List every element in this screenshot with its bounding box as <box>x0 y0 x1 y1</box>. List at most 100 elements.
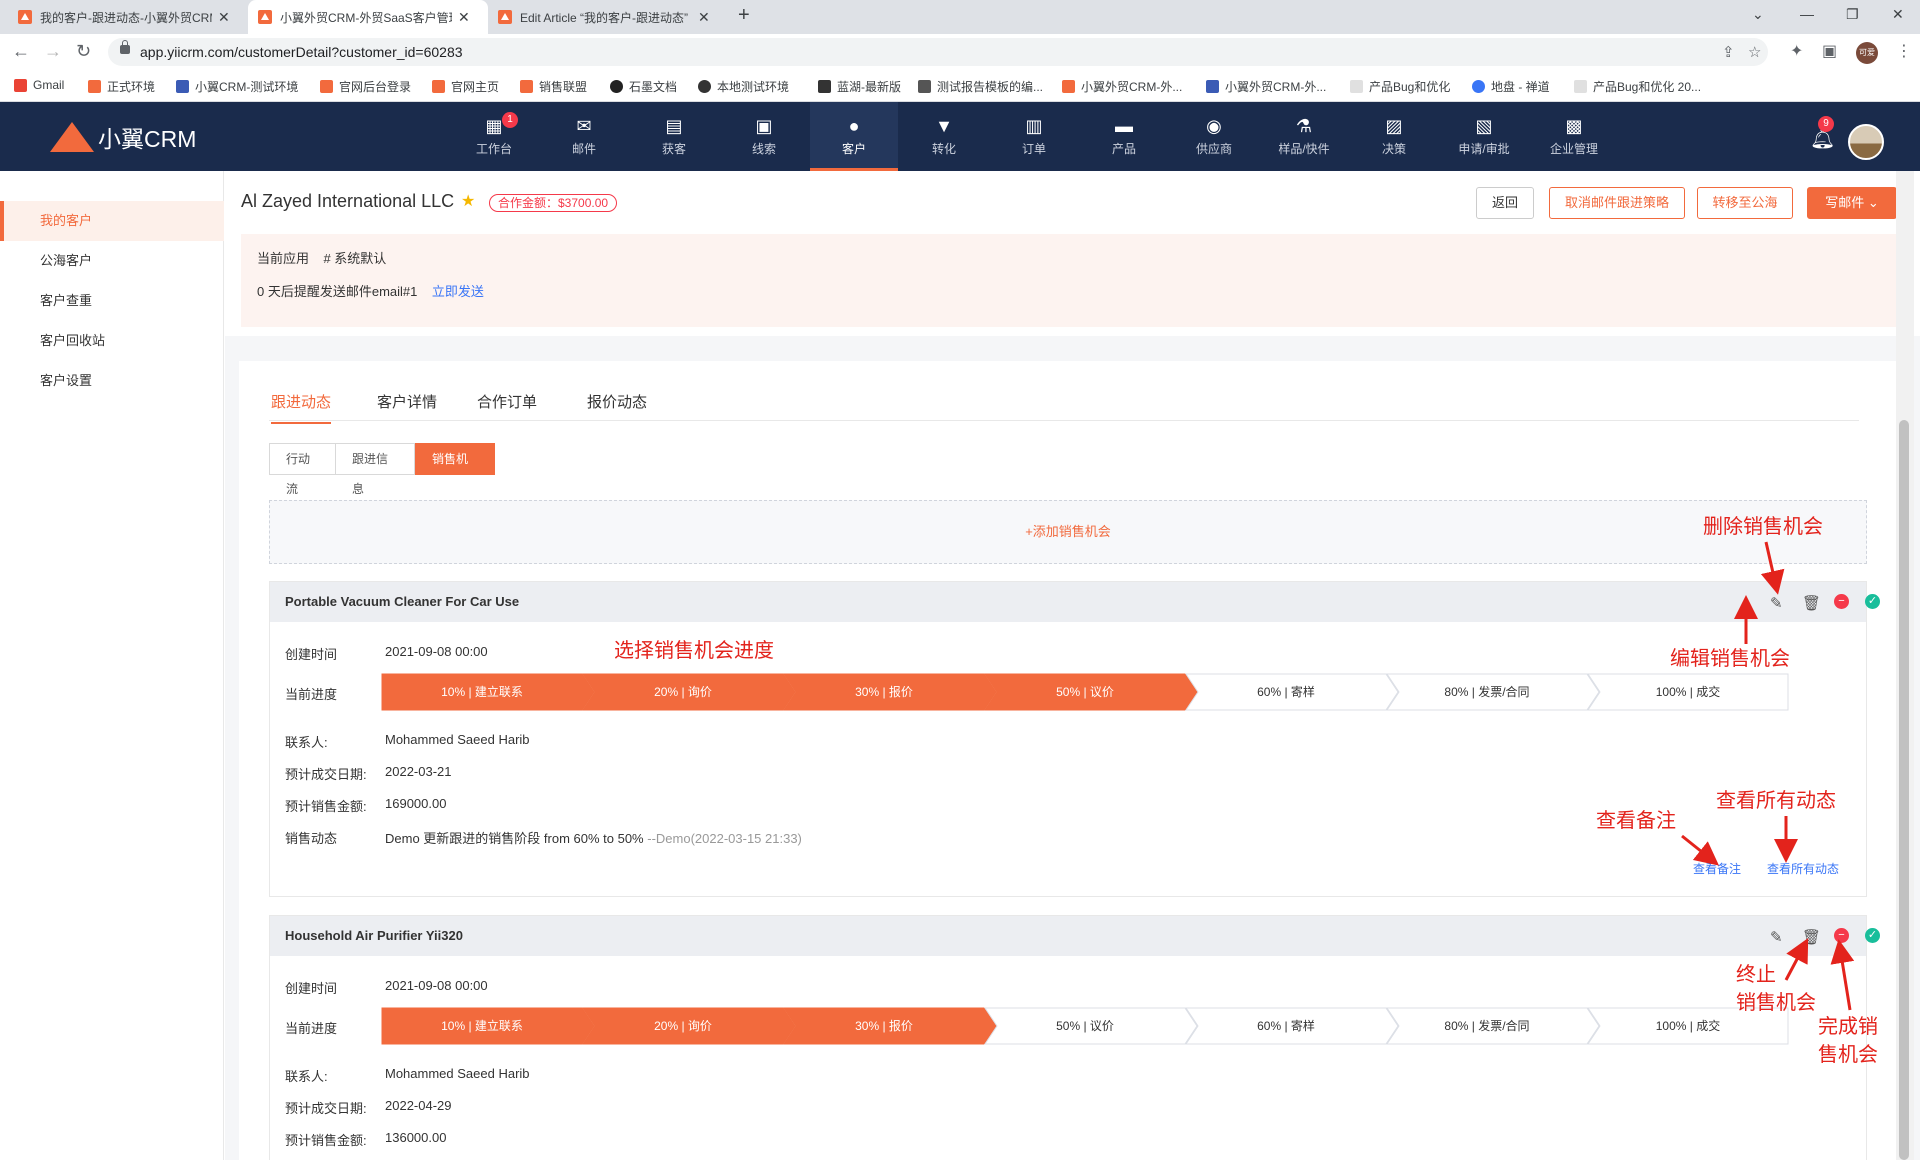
trash-icon[interactable]: 🗑︎ <box>1802 928 1821 946</box>
extensions-icon[interactable]: ✦ <box>1790 41 1803 61</box>
progress-stage[interactable]: 80% | 发票/合同 <box>1386 673 1600 711</box>
est-date-label: 预计成交日期: <box>285 1101 367 1116</box>
progress-stage[interactable]: 10% | 建立联系 <box>381 1007 595 1045</box>
sidebar-item-recycle[interactable]: 客户回收站 <box>0 321 224 361</box>
tab-orders[interactable]: 合作订单 <box>477 391 537 412</box>
check-circle-icon[interactable]: ✓ <box>1865 594 1880 609</box>
progress-stage[interactable]: 80% | 发票/合同 <box>1386 1007 1600 1045</box>
progress-stage[interactable]: 50% | 议价 <box>984 1007 1198 1045</box>
profile-avatar[interactable]: 可爱 <box>1856 42 1878 64</box>
subtab-sales-opportunity[interactable]: 销售机会 <box>415 443 495 496</box>
new-tab-button[interactable]: + <box>738 4 750 27</box>
minimize-icon[interactable]: — <box>1800 6 1814 22</box>
nav-leads[interactable]: ▣ 线索 <box>720 102 808 171</box>
nav-workbench[interactable]: ▦ 工作台 1 <box>450 102 538 171</box>
star-icon[interactable]: ★ <box>461 191 475 211</box>
progress-stage[interactable]: 20% | 询价 <box>582 1007 796 1045</box>
browser-tab[interactable]: Edit Article “我的客户-跟进动态” ✕ <box>488 0 728 34</box>
nav-customer[interactable]: ● 客户 <box>810 102 898 171</box>
app-logo[interactable]: 小翼CRM <box>50 120 196 154</box>
bookmark-item[interactable]: 石墨文档 <box>610 78 677 95</box>
nav-mail[interactable]: ✉ 邮件 <box>540 102 628 171</box>
sidebar-item-dedupe[interactable]: 客户查重 <box>0 281 224 321</box>
window-close-icon[interactable]: ✕ <box>1892 6 1904 23</box>
nav-orders[interactable]: ▥ 订单 <box>990 102 1078 171</box>
menu-dots-icon[interactable]: ⋮ <box>1896 41 1912 61</box>
funnel-icon: ▼ <box>935 116 953 136</box>
scrollbar-thumb[interactable] <box>1899 420 1909 1160</box>
tab-search-icon[interactable]: ⌄ <box>1752 6 1764 23</box>
nav-enterprise[interactable]: ▩ 企业管理 <box>1530 102 1618 171</box>
move-to-public-button[interactable]: 转移至公海 <box>1697 187 1793 219</box>
progress-stage[interactable]: 20% | 询价 <box>582 673 796 711</box>
nav-convert[interactable]: ▼ 转化 <box>900 102 988 171</box>
progress-stage[interactable]: 60% | 寄样 <box>1185 1007 1399 1045</box>
created-value: 2021-09-08 00:00 <box>385 978 488 993</box>
progress-stage[interactable]: 10% | 建立联系 <box>381 673 595 711</box>
close-icon[interactable]: ✕ <box>458 9 470 26</box>
nav-approval[interactable]: ▧ 申请/审批 <box>1440 102 1528 171</box>
trash-icon[interactable]: 🗑︎ <box>1802 594 1821 612</box>
nav-samples[interactable]: ⚗ 样品/快件 <box>1260 102 1348 171</box>
bookmark-item[interactable]: 官网后台登录 <box>320 78 411 95</box>
tab-quotes[interactable]: 报价动态 <box>587 391 647 412</box>
bookmark-item[interactable]: 地盘 - 禅道 <box>1472 78 1550 95</box>
tab-divider <box>269 420 1859 421</box>
stop-circle-icon[interactable]: − <box>1834 594 1849 609</box>
check-circle-icon[interactable]: ✓ <box>1865 928 1880 943</box>
bookmark-item[interactable]: 官网主页 <box>432 78 499 95</box>
subtab-follow-info[interactable]: 跟进信息 <box>335 443 415 496</box>
bookmark-star-icon[interactable]: ☆ <box>1748 43 1761 61</box>
cancel-strategy-button[interactable]: 取消邮件跟进策略 <box>1549 187 1685 219</box>
browser-tab-active[interactable]: 小翼外贸CRM-外贸SaaS客户管理系统 ✕ <box>248 0 488 34</box>
bookmark-item[interactable]: 产品Bug和优化 20... <box>1574 78 1701 95</box>
tab-customer-detail[interactable]: 客户详情 <box>377 391 437 412</box>
sidepanel-icon[interactable]: ▣ <box>1822 41 1837 61</box>
sidebar-item-public-customers[interactable]: 公海客户 <box>0 241 224 281</box>
bookmark-item[interactable]: 本地测试环境 <box>698 78 789 95</box>
close-icon[interactable]: ✕ <box>218 9 230 26</box>
forward-arrow-icon[interactable]: → <box>44 41 62 62</box>
write-mail-label: 写邮件 <box>1825 195 1865 210</box>
stop-circle-icon[interactable]: − <box>1834 928 1849 943</box>
subtab-action-flow[interactable]: 行动流 <box>269 443 336 496</box>
url-omnibox[interactable]: app.yiicrm.com/customerDetail?customer_i… <box>108 38 1768 66</box>
sidebar-item-my-customers[interactable]: 我的客户 <box>0 201 224 241</box>
back-arrow-icon[interactable]: ← <box>12 41 30 62</box>
user-avatar[interactable] <box>1848 124 1884 160</box>
browser-tab[interactable]: 我的客户-跟进动态-小翼外贸CRM-外贸SaaS客户管理系统 ✕ <box>8 0 248 34</box>
nav-products[interactable]: ▬ 产品 <box>1080 102 1168 171</box>
view-all-activity-link[interactable]: 查看所有动态 <box>1767 860 1839 877</box>
reload-icon[interactable]: ↻ <box>76 41 91 62</box>
bookmark-item[interactable]: 销售联盟 <box>520 78 587 95</box>
back-button[interactable]: 返回 <box>1476 187 1534 219</box>
progress-stage[interactable]: 30% | 报价 <box>783 673 997 711</box>
progress-stage[interactable]: 30% | 报价 <box>783 1007 997 1045</box>
sidebar-item-settings[interactable]: 客户设置 <box>0 361 224 401</box>
bookmark-item[interactable]: 产品Bug和优化 <box>1350 78 1450 95</box>
progress-stage[interactable]: 50% | 议价 <box>984 673 1198 711</box>
bookmark-item[interactable]: 小翼外贸CRM-外... <box>1062 78 1182 95</box>
share-icon[interactable]: ⇪ <box>1722 43 1735 61</box>
progress-stage[interactable]: 100% | 成交 <box>1587 673 1789 711</box>
pencil-icon[interactable]: ✎ <box>1770 928 1783 946</box>
bookmark-item[interactable]: 蓝湖-最新版 <box>818 78 901 95</box>
pencil-icon[interactable]: ✎ <box>1770 594 1783 612</box>
bookmark-item[interactable]: 小翼外贸CRM-外... <box>1206 78 1326 95</box>
close-icon[interactable]: ✕ <box>698 9 710 26</box>
send-now-link[interactable]: 立即发送 <box>432 284 484 299</box>
bookmark-item[interactable]: 正式环境 <box>88 78 155 95</box>
nav-decision[interactable]: ▨ 决策 <box>1350 102 1438 171</box>
url-text[interactable]: app.yiicrm.com/customerDetail?customer_i… <box>140 44 463 60</box>
restore-icon[interactable]: ❐ <box>1846 6 1859 23</box>
bookmark-item[interactable]: 测试报告模板的编... <box>918 78 1043 95</box>
nav-acquire[interactable]: ▤ 获客 <box>630 102 718 171</box>
bookmark-item[interactable]: 小翼CRM-测试环境 <box>176 78 298 95</box>
bookmark-item[interactable]: Gmail <box>14 78 64 92</box>
write-mail-button[interactable]: 写邮件 ⌄ <box>1807 187 1897 219</box>
nav-suppliers[interactable]: ◉ 供应商 <box>1170 102 1258 171</box>
view-notes-link[interactable]: 查看备注 <box>1693 860 1741 877</box>
add-opportunity-button[interactable]: +添加销售机会 <box>269 500 1867 564</box>
progress-stage[interactable]: 60% | 寄样 <box>1185 673 1399 711</box>
tab-follow-up[interactable]: 跟进动态 <box>271 391 332 424</box>
